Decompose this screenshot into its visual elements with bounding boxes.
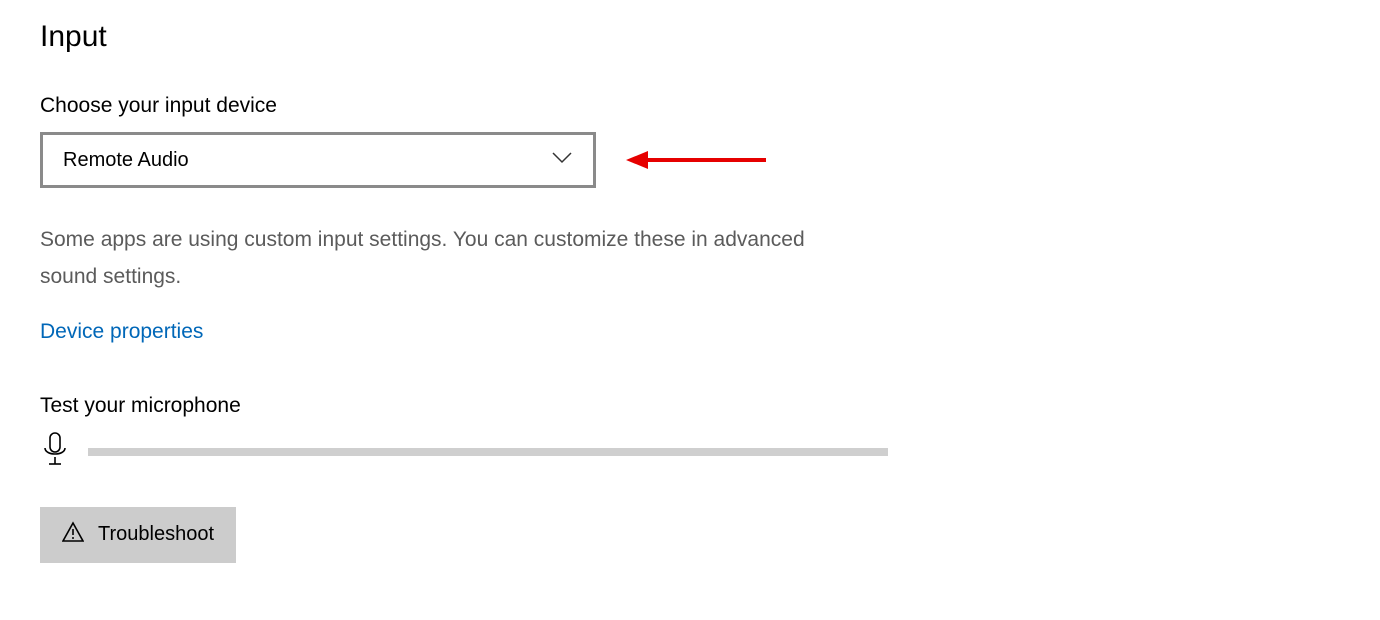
mic-level-bar: [88, 448, 888, 456]
microphone-icon: [40, 432, 88, 473]
chevron-down-icon: [551, 151, 573, 170]
section-title: Input: [40, 20, 1340, 54]
troubleshoot-button[interactable]: Troubleshoot: [40, 507, 236, 563]
input-device-selected: Remote Audio: [63, 149, 189, 172]
troubleshoot-label: Troubleshoot: [98, 523, 214, 546]
info-text: Some apps are using custom input setting…: [40, 222, 855, 296]
warning-icon: [62, 521, 98, 549]
input-device-label: Choose your input device: [40, 94, 1340, 118]
device-properties-link[interactable]: Device properties: [40, 320, 203, 344]
arrow-annotation: [626, 145, 766, 175]
input-device-dropdown[interactable]: Remote Audio: [40, 132, 596, 188]
mic-test-label: Test your microphone: [40, 394, 1340, 418]
